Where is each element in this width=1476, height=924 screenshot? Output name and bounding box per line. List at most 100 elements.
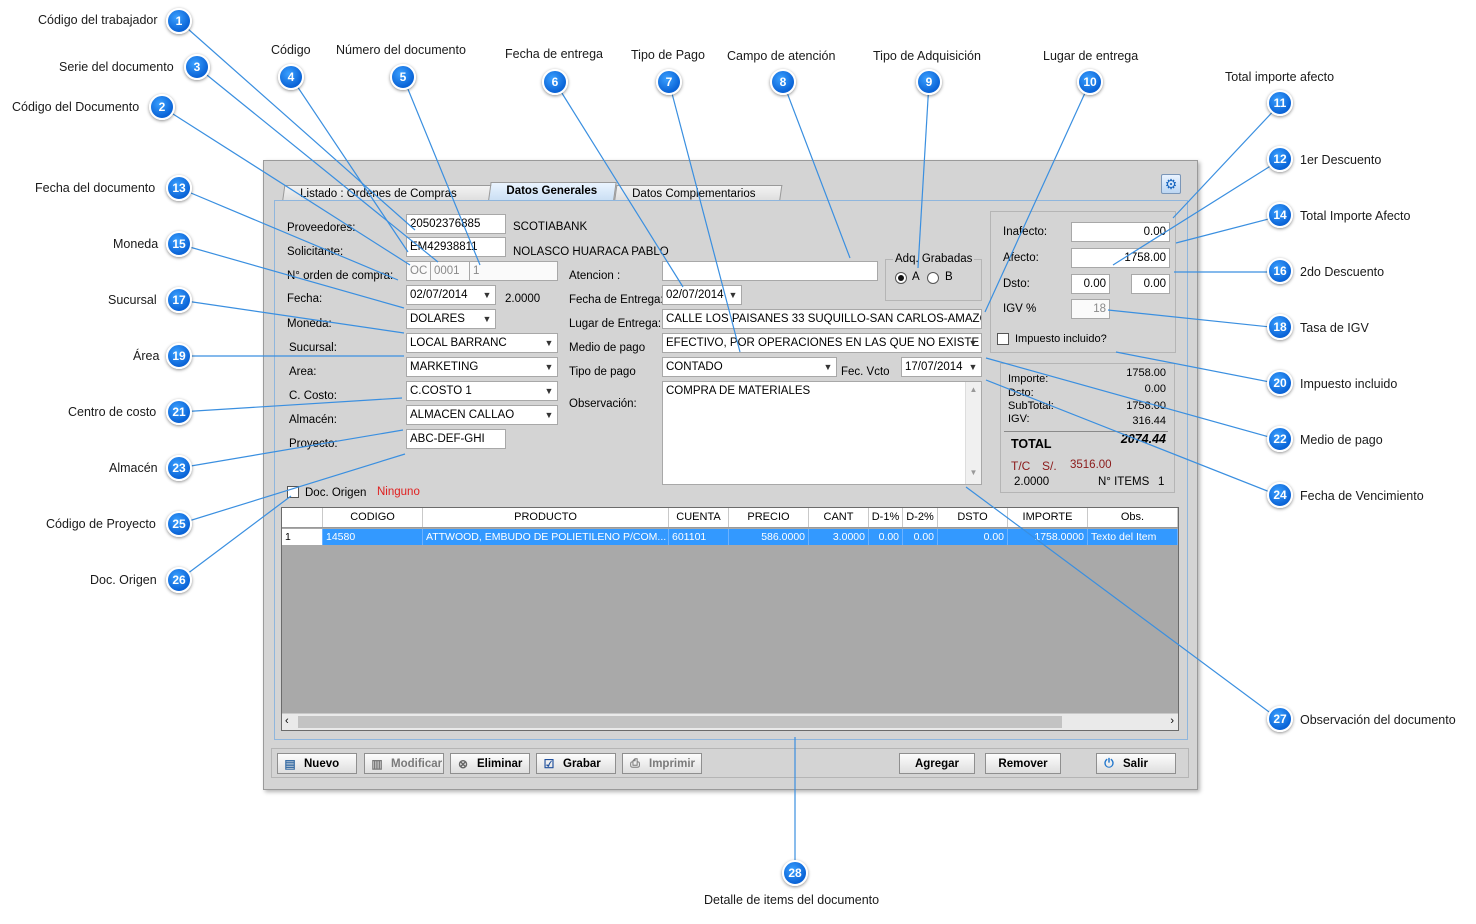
afecto-input[interactable]: 1758.00 bbox=[1071, 248, 1170, 268]
observacion-scrollbar[interactable]: ▲ ▼ bbox=[965, 382, 981, 484]
medio-pago-select[interactable]: EFECTIVO, POR OPERACIONES EN LAS QUE NO … bbox=[662, 333, 982, 353]
scroll-right-icon[interactable]: › bbox=[1170, 715, 1174, 727]
column-header-d1[interactable]: D-1% bbox=[869, 508, 903, 527]
column-header-producto[interactable]: PRODUCTO bbox=[423, 508, 669, 527]
callout-badge-19: 19 bbox=[166, 343, 192, 369]
inafecto-input[interactable]: 0.00 bbox=[1071, 222, 1170, 242]
annotated-screenshot: ⚙ Listado : Ordenes de Compras Datos Com… bbox=[0, 0, 1476, 924]
items-grid[interactable]: CODIGO PRODUCTO CUENTA PRECIO CANT D-1% … bbox=[281, 507, 1179, 731]
agregar-button[interactable]: Agregar bbox=[899, 753, 975, 774]
centro-costo-label: C. Costo: bbox=[289, 390, 337, 402]
callout-badge-17: 17 bbox=[166, 287, 192, 313]
chevron-down-icon: ▼ bbox=[823, 362, 833, 372]
cell-importe: 1758.0000 bbox=[1008, 529, 1088, 545]
fecha-date-picker[interactable]: 02/07/2014 ▼ bbox=[406, 285, 496, 305]
impuesto-incluido-label: Impuesto incluido? bbox=[1015, 333, 1107, 345]
chevron-down-icon: ▼ bbox=[482, 290, 492, 300]
edit-icon: ▥ bbox=[371, 756, 383, 771]
summary-subtotal-value: 1758.00 bbox=[1126, 400, 1166, 412]
column-header-d2[interactable]: D-2% bbox=[903, 508, 938, 527]
callout-badge-12: 12 bbox=[1267, 146, 1293, 172]
orden-numero-input[interactable]: 1 bbox=[469, 261, 558, 281]
doc-origen-value: Ninguno bbox=[377, 486, 420, 498]
area-label: Area: bbox=[289, 366, 317, 378]
column-header-cuenta[interactable]: CUENTA bbox=[669, 508, 729, 527]
callout-label-13: Fecha del documento bbox=[35, 181, 156, 195]
salir-button[interactable]: ⏻ Salir bbox=[1096, 753, 1176, 774]
cell-codigo: 14580 bbox=[323, 529, 423, 545]
chevron-down-icon: ▼ bbox=[544, 386, 554, 396]
modificar-button[interactable]: ▥ Modificar bbox=[364, 753, 444, 774]
adquisicion-group-title: Adq. Grabadas bbox=[893, 253, 975, 265]
imprimir-button[interactable]: ⎙ Imprimir bbox=[622, 753, 702, 774]
solicitante-code-input[interactable]: EM42938811 bbox=[406, 237, 506, 257]
tipo-pago-select[interactable]: CONTADO ▼ bbox=[662, 357, 837, 377]
callout-label-20: Impuesto incluido bbox=[1300, 377, 1398, 391]
summary-importe-value: 1758.00 bbox=[1126, 367, 1166, 379]
nuevo-button[interactable]: ▤ Nuevo bbox=[277, 753, 357, 774]
callout-label-25: Código de Proyecto bbox=[46, 517, 156, 531]
cell-rownum: 1 bbox=[282, 529, 323, 545]
scrollbar-thumb[interactable] bbox=[298, 716, 1062, 728]
table-row[interactable]: 1 14580 ATTWOOD, EMBUDO DE POLIETILENO P… bbox=[282, 529, 1178, 545]
moneda-select[interactable]: DOLARES ▼ bbox=[406, 309, 496, 329]
callout-badge-7: 7 bbox=[656, 69, 682, 95]
descuento-1-input[interactable]: 0.00 bbox=[1071, 274, 1110, 294]
column-header-precio[interactable]: PRECIO bbox=[729, 508, 809, 527]
almacen-select[interactable]: ALMACEN CALLAO ▼ bbox=[406, 405, 558, 425]
almacen-value: ALMACEN CALLAO bbox=[410, 409, 515, 421]
sucursal-label: Sucursal: bbox=[289, 342, 337, 354]
impuesto-incluido-checkbox[interactable] bbox=[997, 333, 1009, 345]
centro-costo-value: C.COSTO 1 bbox=[410, 385, 472, 397]
observacion-textarea[interactable]: COMPRA DE MATERIALES bbox=[662, 381, 982, 485]
fecha-vencimiento-date-picker[interactable]: 17/07/2014 ▼ bbox=[901, 357, 982, 377]
settings-gear-icon[interactable]: ⚙ bbox=[1161, 174, 1181, 194]
callout-badge-21: 21 bbox=[166, 399, 192, 425]
proyecto-input[interactable]: ABC-DEF-GHI bbox=[406, 429, 506, 449]
igv-rate-input[interactable]: 18 bbox=[1071, 299, 1110, 319]
callout-label-17: Sucursal bbox=[108, 293, 157, 307]
orden-codigo-input[interactable]: OC bbox=[406, 261, 431, 281]
callout-badge-5: 5 bbox=[390, 64, 416, 90]
callout-label-14: Total Importe Afecto bbox=[1300, 209, 1411, 223]
tipo-pago-value: CONTADO bbox=[666, 361, 723, 373]
callout-label-8: Campo de atención bbox=[727, 49, 836, 63]
lugar-entrega-input[interactable]: CALLE LOS PAISANES 33 SUQUILLO-SAN CARLO… bbox=[662, 309, 982, 329]
doc-origen-checkbox[interactable] bbox=[287, 486, 299, 498]
callout-badge-24: 24 bbox=[1267, 482, 1293, 508]
proveedor-ruc-input[interactable]: 20502376885 bbox=[406, 214, 506, 234]
orden-compra-label: N° orden de compra: bbox=[287, 270, 394, 282]
scroll-left-icon[interactable]: ‹ bbox=[285, 715, 289, 727]
column-header-importe[interactable]: IMPORTE bbox=[1008, 508, 1088, 527]
callout-label-10: Lugar de entrega bbox=[1043, 49, 1139, 63]
column-header-rownum[interactable] bbox=[282, 508, 323, 527]
callout-label-21: Centro de costo bbox=[68, 405, 157, 419]
proyecto-label: Proyecto: bbox=[289, 438, 338, 450]
summary-total-label: TOTAL bbox=[1011, 437, 1052, 451]
orden-serie-input[interactable]: 0001 bbox=[430, 261, 470, 281]
centro-costo-select[interactable]: C.COSTO 1 ▼ bbox=[406, 381, 558, 401]
column-header-dsto[interactable]: DSTO bbox=[938, 508, 1008, 527]
imprimir-label: Imprimir bbox=[649, 757, 696, 770]
sucursal-select[interactable]: LOCAL BARRANC ▼ bbox=[406, 333, 558, 353]
summary-tc-rate: 2.0000 bbox=[1014, 476, 1050, 488]
fecha-entrega-date-picker[interactable]: 02/07/2014 ▼ bbox=[662, 285, 742, 305]
descuento-2-input[interactable]: 0.00 bbox=[1131, 274, 1170, 294]
remover-button[interactable]: Remover bbox=[985, 753, 1061, 774]
adquisicion-radio-b[interactable] bbox=[927, 272, 939, 284]
grabar-button[interactable]: ☑ Grabar bbox=[536, 753, 616, 774]
area-select[interactable]: MARKETING ▼ bbox=[406, 357, 558, 377]
eliminar-button[interactable]: ⊗ Eliminar bbox=[450, 753, 530, 774]
chevron-down-icon: ▼ bbox=[544, 338, 554, 348]
adquisicion-radio-a[interactable] bbox=[895, 272, 907, 284]
column-header-cant[interactable]: CANT bbox=[809, 508, 869, 527]
salir-label: Salir bbox=[1123, 757, 1148, 770]
chevron-down-icon: ▼ bbox=[968, 338, 978, 348]
atencion-input[interactable] bbox=[662, 261, 878, 281]
tab-datos-generales[interactable]: Datos Generales bbox=[488, 182, 617, 201]
column-header-codigo[interactable]: CODIGO bbox=[323, 508, 423, 527]
callout-label-15: Moneda bbox=[113, 237, 159, 251]
grid-horizontal-scrollbar[interactable]: ‹ › bbox=[282, 713, 1178, 730]
callout-label-11: Total importe afecto bbox=[1225, 70, 1335, 84]
column-header-obs[interactable]: Obs. bbox=[1088, 508, 1178, 527]
